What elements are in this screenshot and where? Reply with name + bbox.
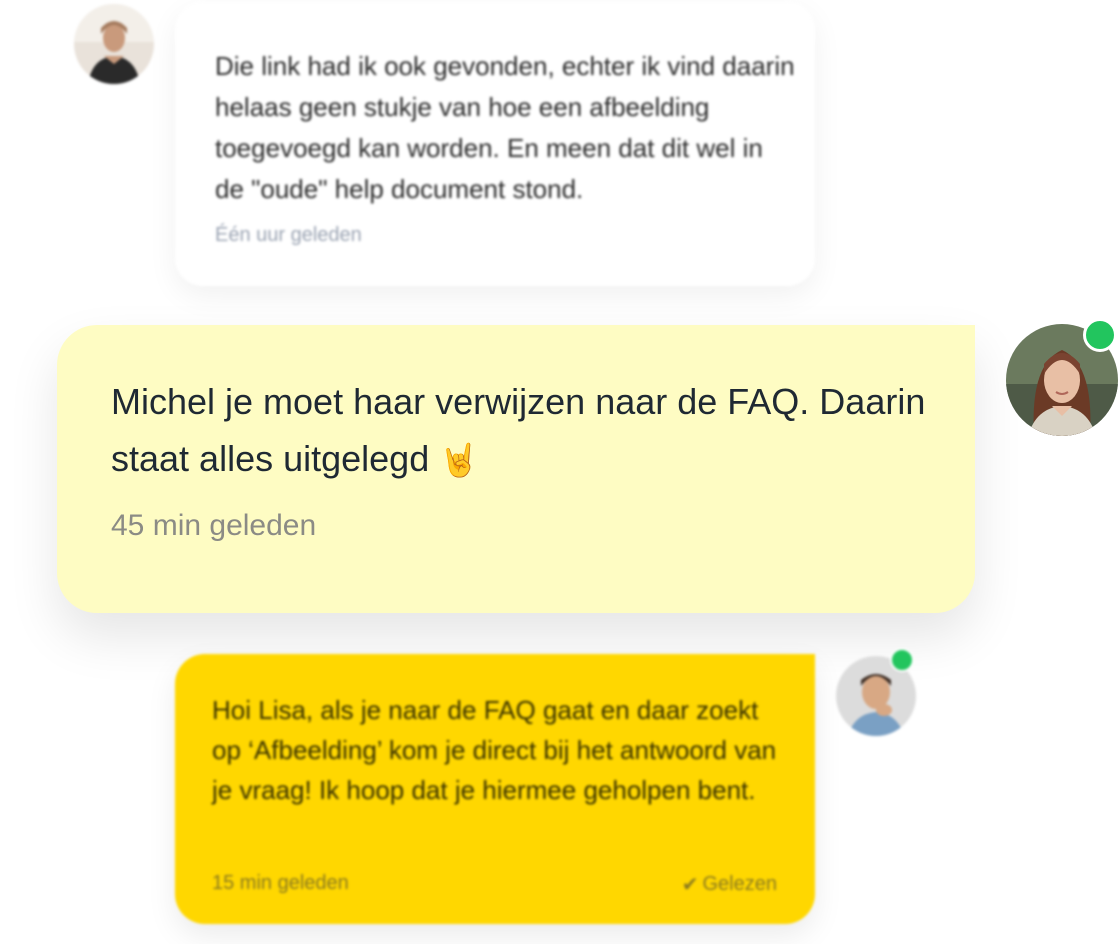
- message-timestamp: 15 min geleden: [212, 872, 349, 894]
- message-timestamp: 45 min geleden: [111, 509, 317, 542]
- message-bubble-3: Hoi Lisa, als je naar de FAQ gaat en daa…: [175, 654, 815, 924]
- avatar-photo-icon: [74, 4, 154, 84]
- online-status-indicator: [890, 648, 914, 672]
- chat-thread: Die link had ik ook gevonden, echter ik …: [0, 0, 1119, 944]
- read-status-label: Gelezen: [702, 872, 778, 895]
- avatar-user-1: [74, 4, 154, 84]
- message-text: Michel je moet haar verwijzen naar de FA…: [111, 373, 931, 489]
- message-bubble-2: Michel je moet haar verwijzen naar de FA…: [57, 325, 975, 613]
- message-text: Die link had ik ook gevonden, echter ik …: [215, 51, 795, 204]
- read-receipt: ✔ Gelezen: [682, 872, 777, 896]
- online-status-indicator: [1083, 318, 1117, 352]
- message-timestamp: Één uur geleden: [215, 224, 362, 246]
- message-text-body: Michel je moet haar verwijzen naar de FA…: [111, 381, 926, 479]
- message-text: Hoi Lisa, als je naar de FAQ gaat en daa…: [212, 695, 777, 805]
- check-icon: ✔: [681, 872, 699, 896]
- message-bubble-1: Die link had ik ook gevonden, echter ik …: [175, 2, 815, 286]
- rock-hand-emoji-icon: 🤘: [439, 441, 480, 479]
